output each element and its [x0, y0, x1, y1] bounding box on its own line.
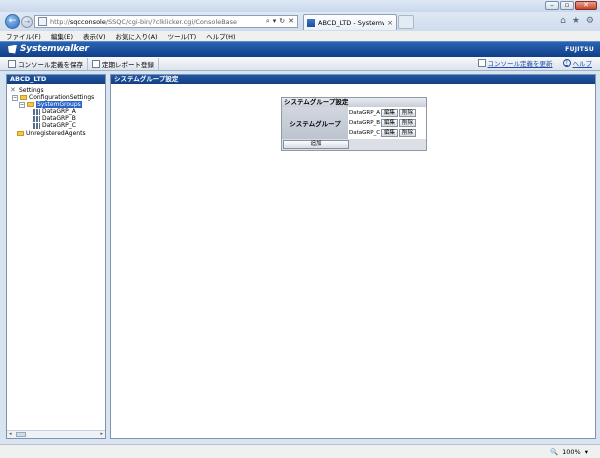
status-bar: 🔍 100% ▾: [0, 444, 600, 458]
forward-button[interactable]: →: [21, 16, 33, 28]
browser-tools: ⌂ ★ ⚙: [560, 16, 594, 26]
help-link[interactable]: ? ヘルプ: [562, 58, 592, 68]
folder-icon: [20, 95, 27, 100]
brand-logo-icon: [8, 44, 17, 54]
delete-button[interactable]: 削除: [399, 108, 417, 117]
table-body: システムグループ DataGRP_A 編集 削除 DataGRP_B 編集 削除…: [282, 107, 426, 139]
delete-button[interactable]: 削除: [399, 118, 417, 127]
app-brand: Systemwalker: [8, 44, 89, 54]
content-panel: システムグループ設定 システムグループ設定 システムグループ DataGRP_A…: [110, 74, 596, 439]
scroll-right-icon[interactable]: ▸: [100, 431, 103, 437]
tree-node-settings[interactable]: ✕ Settings: [10, 86, 44, 95]
tree-node-group[interactable]: DataGRP_A: [33, 108, 76, 115]
tab-close-icon[interactable]: ×: [387, 19, 393, 27]
tree-view: ✕ Settings − ConfigurationSettings − Sys…: [7, 84, 105, 138]
favorites-star-icon[interactable]: ★: [572, 16, 580, 26]
maker-logo: FUJITSU: [565, 46, 594, 53]
app-header: Systemwalker FUJITSU: [0, 41, 600, 57]
window-titlebar: – ▫ ✕: [0, 0, 600, 12]
maximize-button[interactable]: ▫: [560, 1, 574, 10]
table-row: DataGRP_A 編集 削除: [348, 108, 426, 117]
minimize-button[interactable]: –: [545, 1, 559, 10]
report-icon: [92, 59, 100, 68]
table-row: DataGRP_B 編集 削除: [348, 118, 426, 127]
settings-gear-icon[interactable]: ⚙: [586, 16, 594, 26]
menu-favorites[interactable]: お気に入り(A): [116, 31, 158, 41]
tab-title: ABCD_LTD - Systemwal...: [318, 18, 384, 27]
menu-file[interactable]: ファイル(F): [6, 31, 41, 41]
register-report-label: 定期レポート登録: [102, 60, 154, 69]
group-icon: [33, 115, 40, 122]
register-report-button[interactable]: 定期レポート登録: [88, 57, 159, 70]
collapse-toggle-icon[interactable]: −: [19, 101, 25, 108]
new-tab-button[interactable]: [398, 15, 414, 29]
collapse-toggle-icon[interactable]: −: [12, 94, 18, 101]
save-console-button[interactable]: コンソール定義を保存: [4, 57, 88, 70]
horizontal-scrollbar[interactable]: ◂ ▸: [7, 430, 105, 438]
menu-edit[interactable]: 編集(E): [51, 31, 73, 41]
save-icon: [8, 59, 16, 68]
tree-panel-title: ABCD_LTD: [7, 75, 105, 84]
zoom-control[interactable]: 🔍 100% ▾: [550, 448, 588, 456]
url-text: http://sqcconsole/SSQC/cgi-bin/?clklicke…: [50, 17, 238, 26]
tree-panel: ABCD_LTD ✕ Settings − ConfigurationSetti…: [6, 74, 106, 439]
page-icon: [38, 17, 47, 26]
group-name: DataGRP_C: [349, 129, 380, 136]
menu-view[interactable]: 表示(V): [83, 31, 106, 41]
edit-button[interactable]: 編集: [381, 128, 399, 137]
tree-node-configuration[interactable]: − ConfigurationSettings: [12, 94, 94, 101]
zoom-level: 100%: [562, 448, 581, 456]
tools-icon: ✕: [10, 86, 16, 94]
brand-name: Systemwalker: [20, 44, 89, 54]
action-bar: コンソール定義を保存 定期レポート登録 コンソール定義を更新 ? ヘルプ: [0, 57, 600, 71]
action-links: コンソール定義を更新 ? ヘルプ: [477, 58, 592, 68]
address-buttons: ⌕ ▾ ↻ ✕: [266, 17, 297, 26]
group-icon: [33, 108, 40, 115]
tree-node-system-groups[interactable]: − SystemGroups: [19, 101, 82, 108]
back-button[interactable]: ←: [5, 14, 20, 29]
refresh-console-icon: [477, 59, 486, 67]
address-bar[interactable]: http://sqcconsole/SSQC/cgi-bin/?clklicke…: [34, 15, 298, 28]
group-icon: [33, 122, 40, 129]
folder-icon: [27, 102, 34, 107]
table-title: システムグループ設定: [282, 98, 426, 107]
system-group-table: システムグループ設定 システムグループ DataGRP_A 編集 削除 Data…: [281, 97, 427, 151]
save-console-label: コンソール定義を保存: [18, 60, 83, 69]
close-window-button[interactable]: ✕: [575, 1, 597, 10]
table-row: DataGRP_C 編集 削除: [348, 128, 426, 137]
dropdown-icon[interactable]: ▾: [273, 17, 277, 26]
browser-tab[interactable]: ABCD_LTD - Systemwal... ×: [303, 14, 397, 30]
refresh-console-link[interactable]: コンソール定義を更新: [477, 58, 553, 68]
add-group-button[interactable]: 追加: [283, 140, 349, 149]
edit-button[interactable]: 編集: [381, 108, 399, 117]
group-rows: DataGRP_A 編集 削除 DataGRP_B 編集 削除 DataGRP_…: [348, 107, 426, 139]
add-row: 追加: [282, 139, 426, 150]
help-icon: ?: [562, 59, 571, 67]
zoom-icon: 🔍: [550, 448, 559, 456]
edit-button[interactable]: 編集: [381, 118, 399, 127]
folder-icon: [17, 131, 24, 136]
search-icon[interactable]: ⌕: [266, 17, 270, 26]
scroll-left-icon[interactable]: ◂: [9, 431, 12, 437]
group-name: DataGRP_A: [349, 109, 380, 116]
tree-node-group[interactable]: DataGRP_C: [33, 122, 76, 129]
home-icon[interactable]: ⌂: [560, 16, 566, 26]
group-name: DataGRP_B: [349, 119, 380, 126]
tab-favicon-icon: [307, 18, 315, 27]
zoom-dropdown-icon[interactable]: ▾: [585, 448, 588, 456]
browser-navbar: ← → http://sqcconsole/SSQC/cgi-bin/?clkl…: [0, 12, 600, 31]
tree-node-group[interactable]: DataGRP_B: [33, 115, 76, 122]
menu-bar: ファイル(F) 編集(E) 表示(V) お気に入り(A) ツール(T) ヘルプ(…: [0, 31, 600, 41]
delete-button[interactable]: 削除: [399, 128, 417, 137]
menu-tools[interactable]: ツール(T): [168, 31, 197, 41]
row-label: システムグループ: [282, 107, 348, 139]
stop-icon[interactable]: ✕: [288, 17, 294, 26]
refresh-icon[interactable]: ↻: [279, 17, 285, 26]
scroll-thumb[interactable]: [16, 432, 26, 437]
tree-node-unregistered[interactable]: UnregisteredAgents: [17, 130, 86, 137]
menu-help[interactable]: ヘルプ(H): [206, 31, 235, 41]
window-controls: – ▫ ✕: [545, 1, 597, 10]
content-panel-title: システムグループ設定: [111, 75, 595, 84]
